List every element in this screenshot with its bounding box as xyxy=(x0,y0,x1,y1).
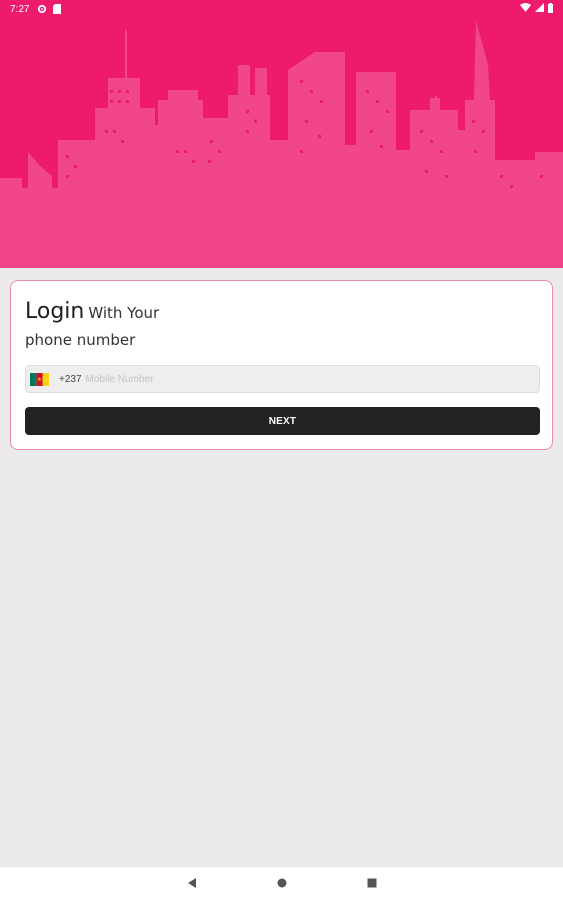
status-bar: 7:27 xyxy=(0,0,563,18)
sd-card-icon xyxy=(53,4,62,14)
login-subtitle: phone number xyxy=(25,331,136,349)
phone-field: +237 xyxy=(25,365,540,393)
recents-icon xyxy=(367,875,377,893)
wifi-icon xyxy=(520,3,531,15)
mobile-number-input[interactable] xyxy=(85,373,506,385)
gear-icon xyxy=(37,4,47,14)
recents-button[interactable] xyxy=(327,867,417,900)
login-card: LoginWith Your phone number +237 NEXT xyxy=(10,280,553,450)
next-button[interactable]: NEXT xyxy=(25,407,540,435)
navigation-bar xyxy=(0,866,563,900)
home-icon xyxy=(277,875,287,893)
signal-icon xyxy=(535,3,544,15)
cameroon-flag-icon[interactable] xyxy=(30,372,49,386)
back-icon xyxy=(187,875,197,893)
status-time: 7:27 xyxy=(10,3,30,15)
login-title: Login With Your xyxy=(25,299,159,324)
city-skyline-icon xyxy=(0,20,563,268)
back-button[interactable] xyxy=(147,867,237,900)
home-button[interactable] xyxy=(237,867,327,900)
country-code[interactable]: +237 xyxy=(59,374,82,385)
login-heading: Login xyxy=(25,299,85,324)
login-heading-suffix: With Your xyxy=(88,304,160,322)
battery-icon xyxy=(548,2,553,16)
header-banner xyxy=(0,0,563,268)
